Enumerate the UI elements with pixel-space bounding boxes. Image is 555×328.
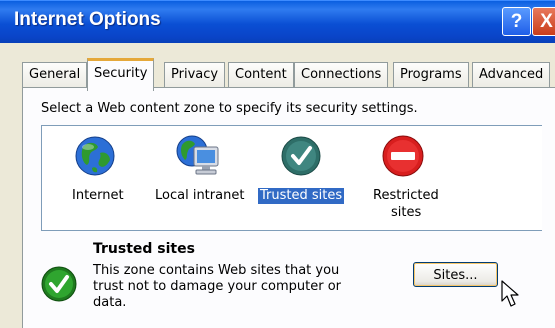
tab-connections[interactable]: Connections (294, 62, 389, 88)
sites-button[interactable]: Sites... (413, 262, 498, 287)
zone-label: Local intranet (155, 188, 245, 203)
zone-list[interactable]: Internet Local intranet Trusted sites Re… (41, 125, 542, 231)
zone-details-description: This zone contains Web sites that you tr… (93, 263, 342, 310)
window-title: Internet Options (14, 9, 161, 30)
tab-content[interactable]: Content (228, 62, 294, 88)
title-bar: Internet Options ? X (0, 0, 555, 43)
close-button[interactable]: X (532, 7, 555, 36)
mouse-cursor-icon (501, 280, 521, 312)
trusted-checkmark-icon (41, 266, 77, 306)
zone-label: Restricted (373, 188, 439, 203)
checkmark-icon (281, 136, 321, 180)
computer-globe-icon (176, 134, 224, 184)
tab-general[interactable]: General (22, 62, 88, 88)
tab-advanced[interactable]: Advanced (472, 62, 551, 88)
zone-instruction: Select a Web content zone to specify its… (41, 101, 418, 116)
zone-label: sites (391, 205, 422, 220)
zone-label: Trusted sites (258, 188, 345, 204)
zone-details-title: Trusted sites (93, 241, 195, 257)
tab-privacy[interactable]: Privacy (164, 62, 226, 88)
no-entry-icon (382, 135, 424, 181)
tab-security[interactable]: Security (87, 58, 155, 91)
help-button[interactable]: ? (502, 7, 531, 36)
globe-icon (74, 135, 116, 181)
tab-programs[interactable]: Programs (393, 62, 469, 88)
zone-label: Internet (72, 188, 124, 203)
tab-strip: General Security Privacy Content Connect… (0, 42, 555, 91)
